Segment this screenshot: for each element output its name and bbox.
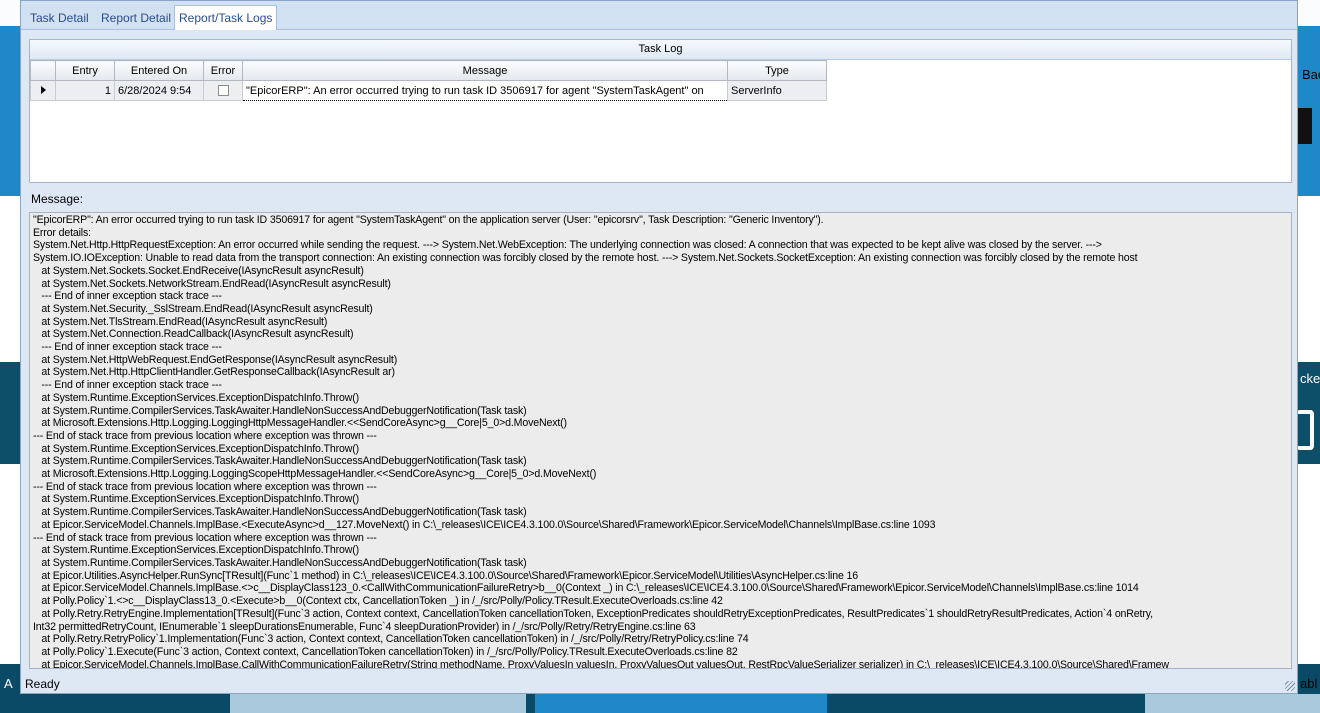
tab-bar: Task Detail Report Detail Report/Task Lo… <box>21 1 1297 30</box>
message-line: at Epicor.ServiceModel.Channels.ImplBase… <box>33 518 936 531</box>
cell-entered-on[interactable]: 6/28/2024 9:54 <box>114 80 204 101</box>
background-label: A <box>4 676 13 691</box>
message-line: at System.Net.HttpWebRequest.EndGetRespo… <box>33 353 398 366</box>
message-line: at System.Runtime.CompilerServices.TaskA… <box>33 556 527 569</box>
message-line: at Microsoft.Extensions.Http.Logging.Log… <box>33 468 597 481</box>
cell-entry[interactable]: 1 <box>55 80 115 101</box>
message-line: at System.Runtime.ExceptionServices.Exce… <box>33 544 359 557</box>
message-line: System.IO.IOException: Unable to read da… <box>33 252 1138 265</box>
error-checkbox[interactable] <box>217 85 229 97</box>
message-line: at Epicor.ServiceModel.Channels.ImplBase… <box>33 658 1169 669</box>
message-line: at System.Runtime.CompilerServices.TaskA… <box>33 455 527 468</box>
message-line: at Polly.Retry.RetryPolicy`1.Implementat… <box>33 633 749 646</box>
tab-report-task-logs[interactable]: Report/Task Logs <box>174 5 278 30</box>
row-selector-header <box>30 60 56 81</box>
message-line: at System.Runtime.ExceptionServices.Exce… <box>33 442 359 455</box>
status-bar-text: Ready <box>25 677 60 691</box>
row-selector[interactable] <box>30 80 56 101</box>
message-line: System.Net.Http.HttpRequestException: An… <box>33 239 1102 252</box>
message-line: --- End of inner exception stack trace -… <box>33 290 222 303</box>
message-line: at System.Runtime.CompilerServices.TaskA… <box>33 404 527 417</box>
message-line: at Polly.Retry.RetryEngine.Implementatio… <box>33 607 1153 620</box>
message-line: Int32 permittedRetryCount, IEnumerable`1… <box>33 620 696 633</box>
tab-report-detail[interactable]: Report Detail <box>97 7 175 29</box>
message-line: at Epicor.ServiceModel.Channels.ImplBase… <box>33 582 1139 595</box>
message-line: at System.Net.Connection.ReadCallback(IA… <box>33 328 354 341</box>
background-tile <box>1145 694 1320 713</box>
column-header-entered-on[interactable]: Entered On <box>114 60 204 81</box>
message-line: at Epicor.Utilities.AsyncHelper.RunSync[… <box>33 569 858 582</box>
message-line: at Polly.Policy`1.<>c__DisplayClass13_0.… <box>33 595 723 608</box>
grid-caption: Task Log <box>30 40 1291 60</box>
message-line: --- End of inner exception stack trace -… <box>33 341 222 354</box>
column-header-error[interactable]: Error <box>203 60 243 81</box>
task-log-table: Entry Entered On Error Message Type 1 6/… <box>30 60 827 101</box>
cell-type[interactable]: ServerInfo <box>727 80 827 101</box>
message-line: --- End of stack trace from previous loc… <box>33 429 377 442</box>
current-row-icon <box>40 85 46 94</box>
message-line: at System.Net.Http.HttpClientHandler.Get… <box>33 366 395 379</box>
cell-error[interactable] <box>203 80 243 101</box>
message-label: Message: <box>31 192 84 206</box>
background-tile <box>230 694 526 713</box>
message-textbox[interactable]: "EpicorERP": An error occurred trying to… <box>29 212 1292 669</box>
tab-task-detail[interactable]: Task Detail <box>26 7 93 29</box>
message-line: "EpicorERP": An error occurred trying to… <box>33 214 824 226</box>
task-log-dialog: Task Detail Report Detail Report/Task Lo… <box>20 0 1298 694</box>
message-line: --- End of inner exception stack trace -… <box>33 379 222 392</box>
background-label: cke <box>1300 371 1320 386</box>
column-header-type[interactable]: Type <box>727 60 827 81</box>
background-tile <box>535 694 827 713</box>
message-line: --- End of stack trace from previous loc… <box>33 531 377 544</box>
background-label: Bac <box>1302 67 1320 82</box>
message-line: at System.Runtime.ExceptionServices.Exce… <box>33 391 359 404</box>
column-header-entry[interactable]: Entry <box>55 60 115 81</box>
table-row[interactable]: 1 6/28/2024 9:54 "EpicorERP": An error o… <box>30 80 827 101</box>
message-line: --- End of stack trace from previous loc… <box>33 480 377 493</box>
message-line: at System.Runtime.ExceptionServices.Exce… <box>33 493 359 506</box>
message-line: Error details: <box>33 226 91 239</box>
message-line: at System.Net.Sockets.NetworkStream.EndR… <box>33 277 391 290</box>
message-line: at System.Net.TlsStream.EndRead(IAsyncRe… <box>33 315 328 328</box>
message-line: at Microsoft.Extensions.Http.Logging.Log… <box>33 417 567 430</box>
background-icon <box>1296 410 1314 450</box>
column-header-message[interactable]: Message <box>242 60 728 81</box>
resize-grip-icon[interactable] <box>1285 681 1295 691</box>
cell-message[interactable]: "EpicorERP": An error occurred trying to… <box>242 80 728 101</box>
message-line: at System.Runtime.CompilerServices.TaskA… <box>33 506 527 519</box>
message-line: at System.Net.Security._SslStream.EndRea… <box>33 302 373 315</box>
task-log-grid: Task Log Entry Entered On Error Message … <box>29 39 1292 183</box>
background-label: abl <box>1300 676 1318 691</box>
background-icon <box>1298 108 1312 144</box>
message-line: at System.Net.Sockets.Socket.EndReceive(… <box>33 264 364 277</box>
message-line: at Polly.Policy`1.Execute(Func`3 action,… <box>33 645 738 658</box>
